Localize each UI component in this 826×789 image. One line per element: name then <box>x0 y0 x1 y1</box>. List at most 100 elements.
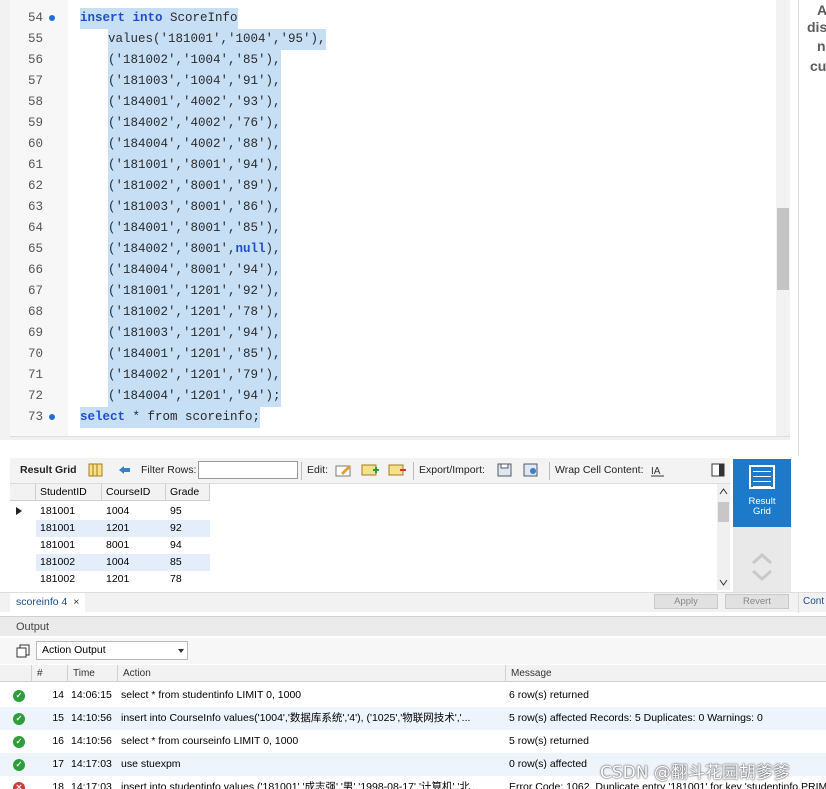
code-line[interactable]: 54 insert into ScoreInfo <box>0 8 790 29</box>
add-row-icon[interactable] <box>361 463 379 477</box>
import-icon[interactable] <box>523 463 539 477</box>
code-line[interactable]: 70 ('184001','1201','85'), <box>0 344 790 365</box>
table-cell[interactable]: 92 <box>166 520 210 537</box>
line-number: 61 <box>27 158 43 172</box>
export-icon[interactable] <box>497 463 513 477</box>
code-line[interactable]: 69 ('181003','1201','94'), <box>0 323 790 344</box>
output-column-action[interactable]: Action <box>118 665 506 682</box>
wrap-cell-content-label: Wrap Cell Content: <box>555 464 644 476</box>
table-cell[interactable]: 85 <box>166 554 210 571</box>
code-line[interactable]: 63 ('181003','8001','86'), <box>0 197 790 218</box>
table-cell[interactable]: 181001 <box>36 537 102 554</box>
table-row[interactable]: 181001 1201 92 <box>10 520 210 537</box>
table-row[interactable]: 181002 1201 78 <box>10 571 210 588</box>
code-line[interactable]: 65 ('184002','8001',null), <box>0 239 790 260</box>
table-cell[interactable]: 1004 <box>102 554 166 571</box>
code-line[interactable]: 57 ('181003','1004','91'), <box>0 71 790 92</box>
result-grid-label[interactable]: Result Grid <box>20 464 77 476</box>
output-row[interactable]: ✓ 15 14:10:56 insert into CourseInfo values… <box>0 707 826 730</box>
code-line[interactable]: 60 ('184004','4002','88'), <box>0 134 790 155</box>
table-cell[interactable]: 181002 <box>36 571 102 588</box>
toggle-panel-icon[interactable] <box>711 463 727 477</box>
code-line[interactable]: 68 ('181002','1201','78'), <box>0 302 790 323</box>
apply-button[interactable]: Apply <box>654 594 718 609</box>
table-cell[interactable]: 94 <box>166 537 210 554</box>
filter-rows-label: Filter Rows: <box>141 464 197 476</box>
table-row[interactable]: 181001 1004 95 <box>10 503 210 520</box>
output-row[interactable]: ✓ 14 14:06:15 select * from studentinfo LIM… <box>0 684 826 707</box>
wrap-text-icon[interactable]: IA <box>650 463 666 477</box>
line-number: 69 <box>27 326 43 340</box>
code-line[interactable]: 61 ('181001','8001','94'), <box>0 155 790 176</box>
scroll-left-icon[interactable]: ‹ <box>13 437 17 440</box>
table-cell[interactable]: 181001 <box>36 520 102 537</box>
code-line[interactable]: 72 ('184004','1201','94'); <box>0 386 790 407</box>
table-cell[interactable]: 1201 <box>102 571 166 588</box>
editor-vertical-scrollbar[interactable] <box>776 0 790 436</box>
scroll-right-icon[interactable]: › <box>762 437 766 440</box>
code-line[interactable]: 66 ('184004','8001','94'), <box>0 260 790 281</box>
code-line[interactable]: 62 ('181002','8001','89'), <box>0 176 790 197</box>
editor-horizontal-scrollbar[interactable]: ‹ › <box>10 436 790 440</box>
delete-row-icon[interactable] <box>388 463 406 477</box>
output-type-dropdown[interactable]: Action Output <box>36 641 188 660</box>
column-header-studentid[interactable]: StudentID <box>36 484 102 501</box>
sql-keyword: select <box>80 410 126 424</box>
code-line[interactable]: 64 ('184001','8001','85'), <box>0 218 790 239</box>
output-row-message: 6 row(s) returned <box>509 689 589 701</box>
table-row[interactable]: 181002 1004 85 <box>10 554 210 571</box>
code-line[interactable]: 67 ('181001','1201','92'), <box>0 281 790 302</box>
code-text: select * from scoreinfo; <box>80 407 261 428</box>
line-number: 57 <box>27 74 43 88</box>
grid-scroll-arrows-icon[interactable] <box>717 484 730 590</box>
table-cell[interactable]: 181001 <box>36 503 102 520</box>
line-number: 73 <box>27 410 43 424</box>
refresh-icon[interactable] <box>116 463 132 477</box>
grid-view-icon[interactable] <box>88 463 104 477</box>
editor-vertical-scrollbar-thumb[interactable] <box>777 208 789 290</box>
tab-close-icon[interactable]: × <box>73 596 79 608</box>
tab-context[interactable]: Cont <box>798 593 826 613</box>
help-text-line: cu <box>810 58 826 74</box>
output-column-number[interactable]: # <box>32 665 68 682</box>
code-line[interactable]: 71 ('184002','1201','79'), <box>0 365 790 386</box>
output-row-time: 14:17:03 <box>71 758 112 770</box>
table-cell[interactable]: 1004 <box>102 503 166 520</box>
line-number: 63 <box>27 200 43 214</box>
sql-editor[interactable]: 54 insert into ScoreInfo 55 values('181001'… <box>0 0 798 440</box>
filter-rows-input[interactable] <box>198 461 298 479</box>
table-cell[interactable]: 78 <box>166 571 210 588</box>
code-fragment: ('184004','1201','94'); <box>108 389 281 403</box>
table-cell[interactable]: 181002 <box>36 554 102 571</box>
output-row[interactable]: ✓ 16 14:10:56 select * from courseinfo LIMI… <box>0 730 826 753</box>
edit-row-icon[interactable] <box>335 463 351 477</box>
table-cell[interactable]: 8001 <box>102 537 166 554</box>
grid-scrollbar-thumb[interactable] <box>718 502 729 522</box>
column-header-grade[interactable]: Grade <box>166 484 210 501</box>
result-grid[interactable]: StudentID CourseID Grade 181001 1004 95 181… <box>10 484 730 590</box>
output-row-time: 14:10:56 <box>71 712 112 724</box>
code-line[interactable]: 56 ('181002','1004','85'), <box>0 50 790 71</box>
copy-icon[interactable] <box>16 644 30 661</box>
output-row-time: 14:06:15 <box>71 689 112 701</box>
column-header-courseid[interactable]: CourseID <box>102 484 166 501</box>
code-text: ('184004','1201','94'); <box>108 386 281 407</box>
line-number: 58 <box>27 95 43 109</box>
output-column-message[interactable]: Message <box>506 665 826 682</box>
output-row-message: 5 row(s) affected Records: 5 Duplicates:… <box>509 712 763 724</box>
output-column-time[interactable]: Time <box>68 665 118 682</box>
side-panel-chevrons-icon <box>752 552 772 582</box>
result-grid-side-button[interactable]: Result Grid <box>733 459 791 527</box>
revert-button[interactable]: Revert <box>725 594 789 609</box>
table-cell[interactable]: 1201 <box>102 520 166 537</box>
code-line[interactable]: 73 select * from scoreinfo; <box>0 407 790 428</box>
tab-scoreinfo[interactable]: scoreinfo 4 × <box>10 593 86 613</box>
table-row[interactable]: 181001 8001 94 <box>10 537 210 554</box>
export-import-label: Export/Import: <box>419 464 485 476</box>
toolbar-divider <box>413 462 414 480</box>
code-line[interactable]: 58 ('184001','4002','93'), <box>0 92 790 113</box>
code-line[interactable]: 55 values('181001','1004','95'), <box>0 29 790 50</box>
table-cell[interactable]: 95 <box>166 503 210 520</box>
code-line[interactable]: 59 ('184002','4002','76'), <box>0 113 790 134</box>
grid-vertical-scrollbar[interactable] <box>717 484 730 590</box>
